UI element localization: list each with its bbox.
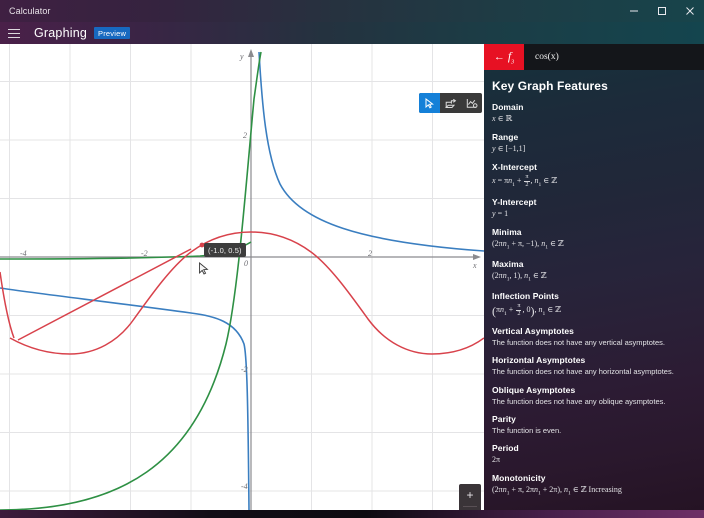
- feature-value: The function does not have any vertical …: [492, 338, 704, 348]
- feature-value: 2π: [492, 455, 704, 465]
- feature-item: Period2π: [492, 443, 704, 466]
- feature-title: Horizontal Asymptotes: [492, 355, 704, 366]
- feature-item: Vertical AsymptotesThe function does not…: [492, 326, 704, 348]
- preview-badge: Preview: [94, 27, 130, 39]
- feature-items: Domainx ∈ ℝ Rangey ∈ [−1,1] X-Interceptx =…: [492, 102, 704, 498]
- close-button[interactable]: [676, 0, 704, 22]
- y-axis-label: y: [239, 52, 244, 61]
- feature-title: Range: [492, 132, 704, 143]
- feature-item: Domainx ∈ ℝ: [492, 102, 704, 125]
- feature-value: (2πn1, 1), n1 ∈ ℤ: [492, 271, 704, 284]
- feature-title: Period: [492, 443, 704, 454]
- page-title: Graphing: [34, 26, 87, 40]
- feature-item: Maxima(2πn1, 1), n1 ∈ ℤ: [492, 259, 704, 284]
- y-tick-label: -2: [241, 365, 248, 374]
- feature-item: Minima(2πn1 + π, −1), n1 ∈ ℤ: [492, 227, 704, 252]
- feature-value: x = πn1 + π2, n1 ∈ ℤ: [492, 174, 704, 189]
- feature-value: (2πn1 + π, 2πn1 + 2π), n1 ∈ ℤ Increasing: [492, 485, 704, 498]
- window-title-bar: Calculator: [0, 0, 704, 22]
- hamburger-icon[interactable]: [8, 26, 24, 40]
- feature-title: X-Intercept: [492, 162, 704, 173]
- feature-item: Monotonicity(2πn1 + π, 2πn1 + 2π), n1 ∈ …: [492, 473, 704, 498]
- equation-text: cos(x): [524, 44, 559, 70]
- features-list[interactable]: Key Graph Features Domainx ∈ ℝ Rangey ∈ […: [484, 70, 704, 510]
- y-tick-label: -4: [241, 482, 248, 491]
- zoom-controls: + − ↻: [459, 484, 481, 510]
- feature-value: The function is even.: [492, 426, 704, 436]
- zoom-in-button[interactable]: +: [459, 484, 481, 506]
- feature-title: Parity: [492, 414, 704, 425]
- desktop-bottom-strip: [0, 510, 704, 518]
- equation-bar: ← f3 cos(x): [484, 44, 704, 70]
- trace-tooltip: (-1.0, 0.5): [204, 243, 246, 257]
- feature-value: (πn1 + π2, 0), n1 ∈ ℤ: [492, 303, 704, 318]
- feature-value: y ∈ [−1,1]: [492, 144, 704, 154]
- feature-item: Inflection Points(πn1 + π2, 0), n1 ∈ ℤ: [492, 291, 704, 318]
- feature-value: The function does not have any oblique a…: [492, 397, 704, 407]
- window-title: Calculator: [0, 6, 51, 16]
- back-arrow-icon: ←: [494, 52, 505, 63]
- maximize-button[interactable]: [648, 0, 676, 22]
- mouse-cursor-icon: [198, 262, 210, 276]
- feature-item: Oblique AsymptotesThe function does not …: [492, 385, 704, 407]
- feature-title: Vertical Asymptotes: [492, 326, 704, 337]
- feature-title: Inflection Points: [492, 291, 704, 302]
- feature-item: Horizontal AsymptotesThe function does n…: [492, 355, 704, 377]
- cursor-arrow-icon: [424, 98, 435, 109]
- feature-item: ParityThe function is even.: [492, 414, 704, 436]
- feature-title: Oblique Asymptotes: [492, 385, 704, 396]
- minimize-button[interactable]: [620, 0, 648, 22]
- app-body: -4 -2 0 2 2 -2 -4 y x: [0, 44, 704, 510]
- share-icon: [445, 98, 457, 109]
- trace-tool-button[interactable]: [419, 93, 440, 113]
- feature-item: Rangey ∈ [−1,1]: [492, 132, 704, 155]
- feature-title: Domain: [492, 102, 704, 113]
- x-tick-label: 0: [244, 259, 248, 268]
- x-axis-label: x: [472, 261, 477, 270]
- calculator-window: Calculator Graphing Preview: [0, 0, 704, 510]
- feature-item: X-Interceptx = πn1 + π2, n1 ∈ ℤ: [492, 162, 704, 189]
- graph-settings-icon: [466, 98, 478, 109]
- x-tick-label: -2: [141, 249, 148, 258]
- graph-canvas[interactable]: -4 -2 0 2 2 -2 -4 y x: [0, 44, 484, 510]
- app-header: Graphing Preview: [0, 22, 704, 44]
- back-to-function-button[interactable]: ← f3: [484, 44, 524, 70]
- feature-value: (2πn1 + π, −1), n1 ∈ ℤ: [492, 239, 704, 252]
- feature-value: x ∈ ℝ: [492, 114, 704, 124]
- feature-value: y = 1: [492, 209, 704, 219]
- share-tool-button[interactable]: [440, 93, 461, 113]
- key-graph-features-panel: ← f3 cos(x) Key Graph Features Domainx ∈…: [484, 44, 704, 510]
- function-label: f3: [508, 49, 514, 65]
- window-controls: [620, 0, 704, 22]
- x-tick-label: 2: [368, 249, 372, 258]
- y-tick-label: 2: [243, 131, 247, 140]
- feature-item: Y-Intercepty = 1: [492, 197, 704, 220]
- graph-toolbar: [419, 93, 482, 113]
- x-tick-label: -4: [20, 249, 27, 258]
- feature-title: Monotonicity: [492, 473, 704, 484]
- graph-plot: -4 -2 0 2 2 -2 -4 y x: [0, 44, 484, 510]
- panel-heading: Key Graph Features: [492, 79, 704, 93]
- feature-title: Maxima: [492, 259, 704, 270]
- feature-title: Minima: [492, 227, 704, 238]
- graph-settings-tool-button[interactable]: [461, 93, 482, 113]
- feature-title: Y-Intercept: [492, 197, 704, 208]
- feature-value: The function does not have any horizonta…: [492, 367, 704, 377]
